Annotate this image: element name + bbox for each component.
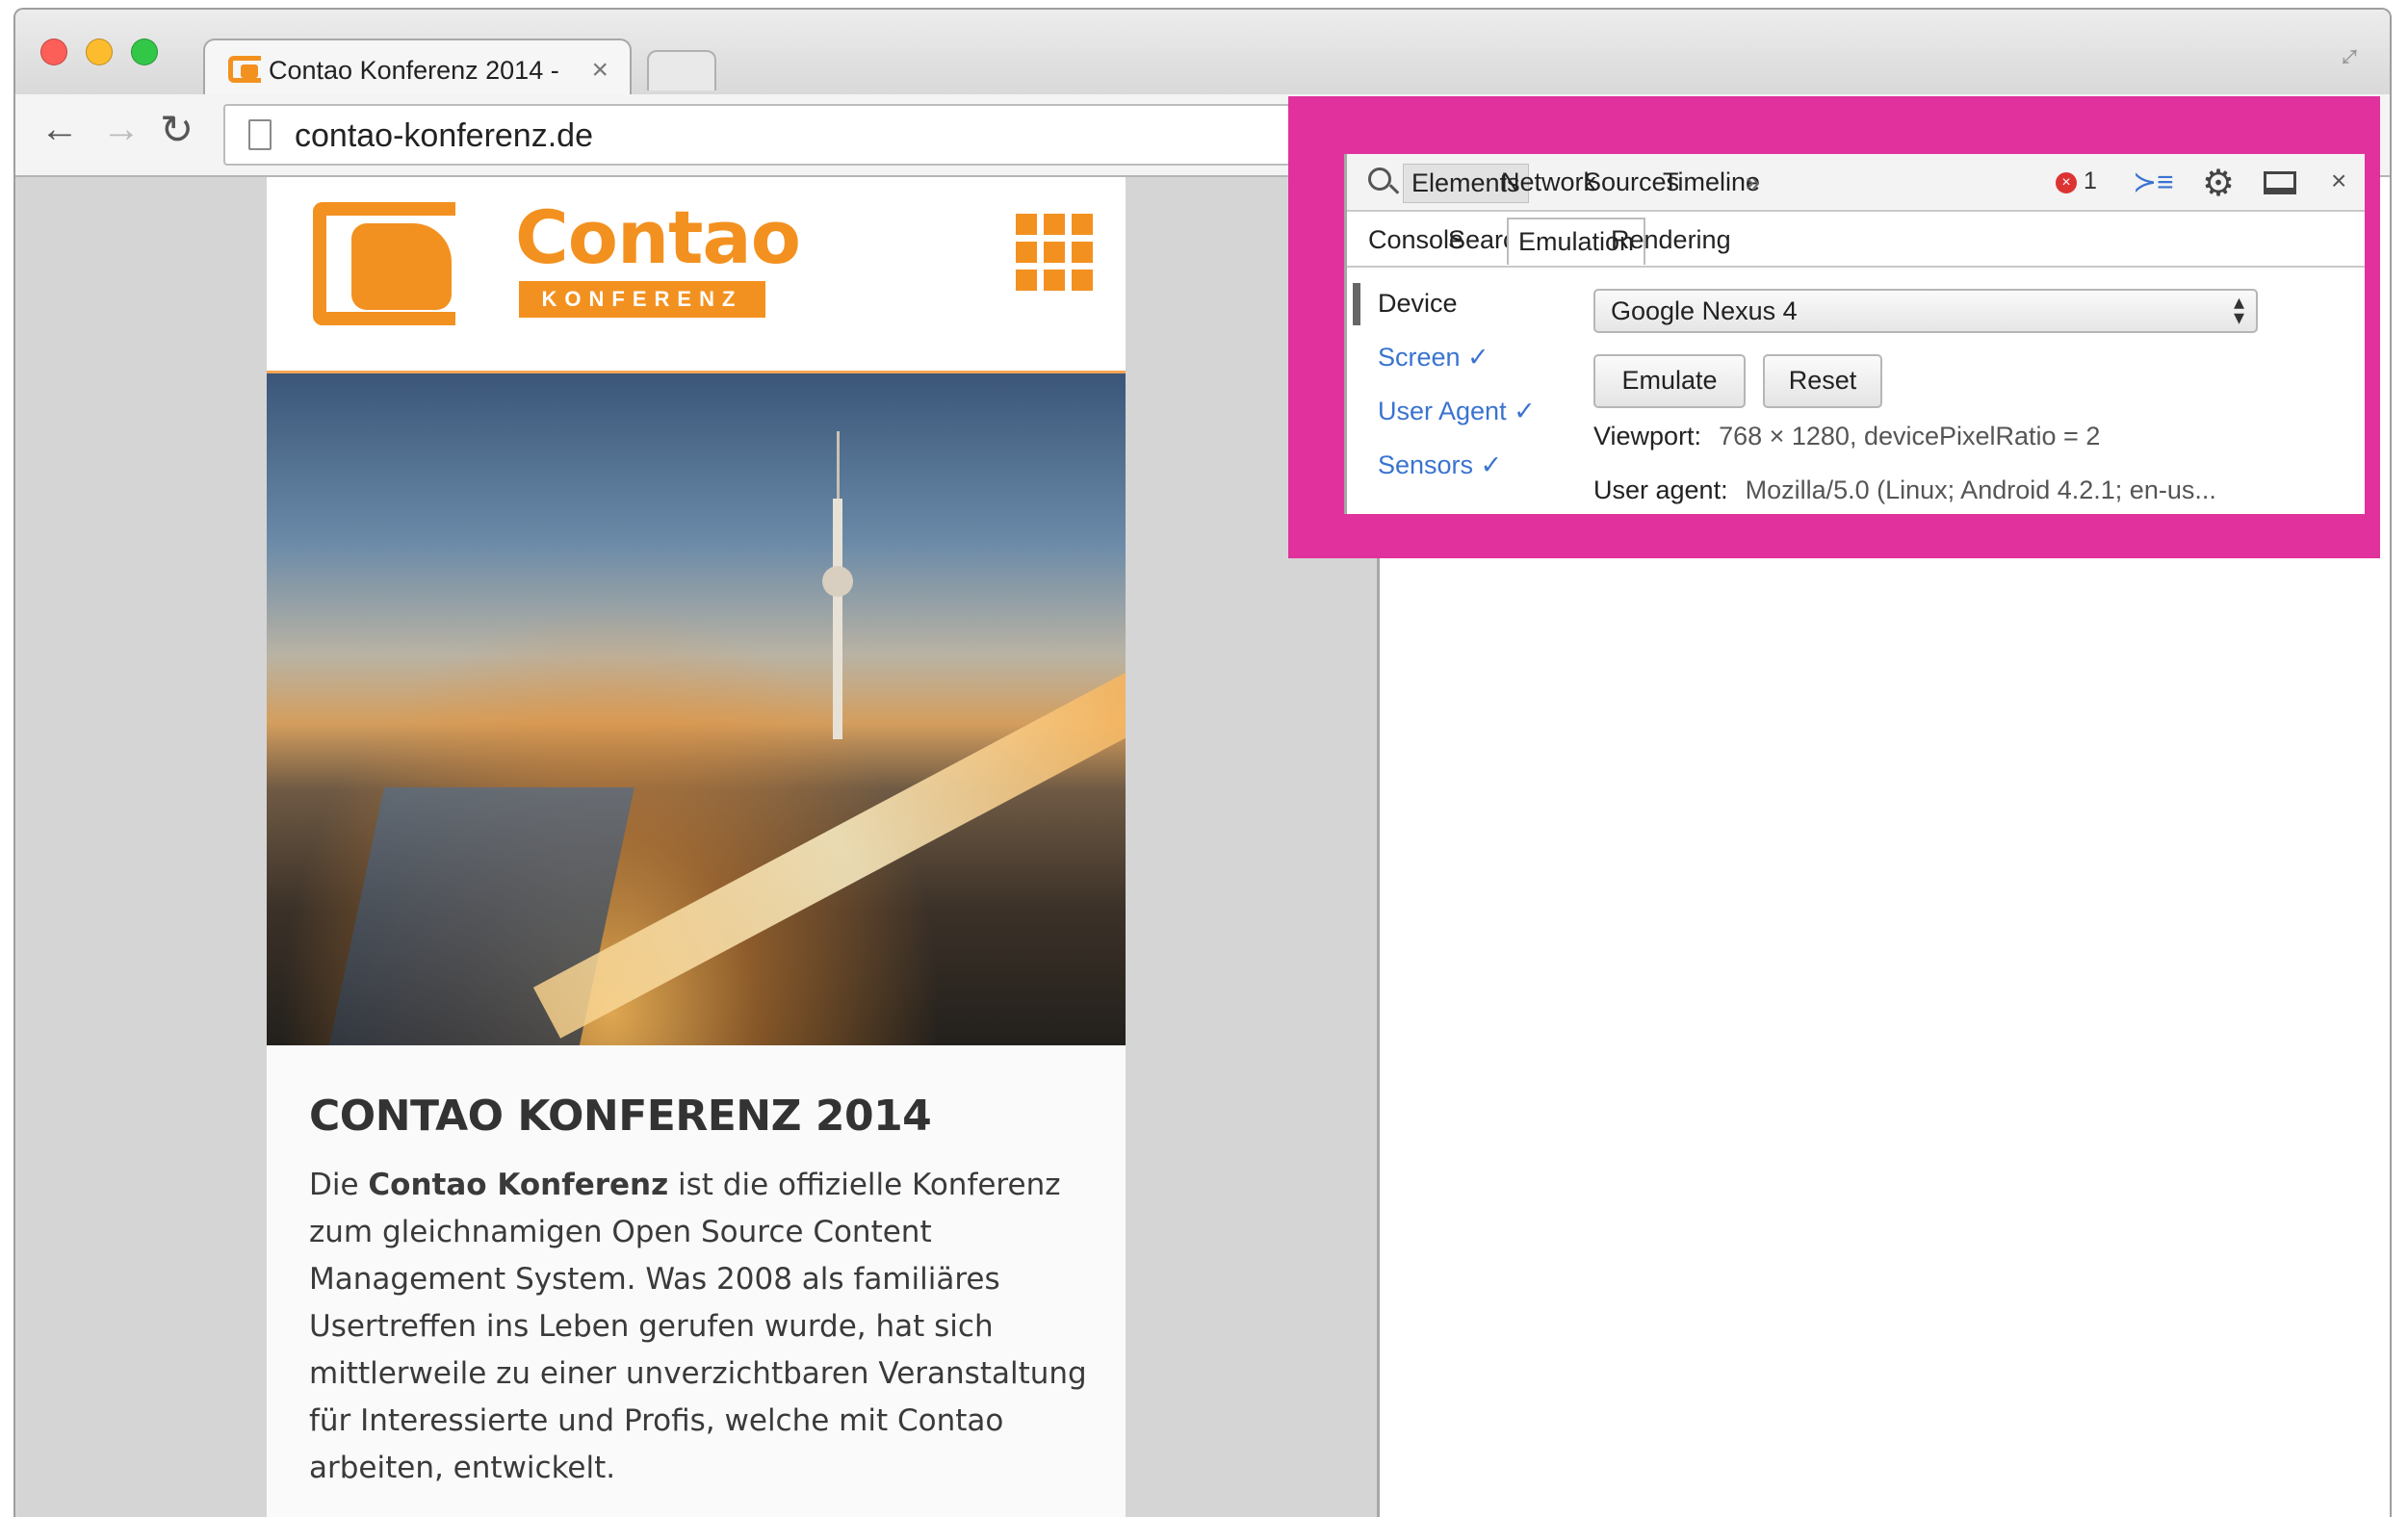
berlin-skyline-photo — [267, 373, 1126, 1045]
error-counter[interactable]: × 1 — [2056, 167, 2097, 195]
fullscreen-icon[interactable]: ↔ — [2321, 29, 2371, 79]
article-bold-name: Contao Konferenz — [368, 1168, 669, 1202]
sidebar-item-screen[interactable]: Screen ✓ — [1378, 343, 1489, 373]
reset-button[interactable]: Reset — [1763, 354, 1882, 408]
user-agent-label: User agent: — [1593, 476, 1728, 504]
sidebar-item-user-agent[interactable]: User Agent ✓ — [1378, 397, 1536, 426]
tab-network[interactable]: Network — [1501, 167, 1596, 197]
contao-favicon-icon — [228, 56, 261, 83]
viewport-value: 768 × 1280, devicePixelRatio = 2 — [1719, 422, 2101, 450]
forward-arrow-icon[interactable]: → — [102, 110, 141, 148]
gear-icon[interactable]: ⚙ — [2202, 162, 2235, 205]
selected-indicator — [1353, 283, 1360, 325]
menu-grid-icon[interactable] — [1016, 214, 1093, 291]
article: CONTAO KONFERENZ 2014 Die Contao Konfere… — [309, 1092, 1087, 1492]
tab-title: Contao Konferenz 2014 - — [269, 56, 559, 85]
contao-logo-icon[interactable] — [313, 202, 455, 325]
select-arrows-icon: ▴ ▾ — [2233, 290, 2244, 329]
logo-wordmark[interactable]: Contao — [515, 194, 801, 280]
tab-close-icon[interactable]: × — [591, 54, 608, 87]
user-agent-row: User agent: Mozilla/5.0 (Linux; Android 4… — [1593, 476, 2216, 505]
zoom-window-button[interactable] — [131, 39, 158, 65]
title-bar: Contao Konferenz 2014 - × ↔ — [15, 10, 2390, 94]
sidebar-item-device[interactable]: Device — [1378, 289, 1458, 319]
close-icon[interactable]: × — [2331, 166, 2346, 196]
devtools-emulation-panel: Elements Network Sources Timeline » × 1 … — [1344, 154, 2365, 514]
site-header: Contao KONFERENZ — [267, 177, 1126, 373]
emulate-button[interactable]: Emulate — [1593, 354, 1746, 408]
minimize-window-button[interactable] — [86, 39, 113, 65]
devtools-drawer-tabs: Console Search Emulation Rendering — [1347, 214, 2365, 268]
emulated-mobile-page: Contao KONFERENZ CONTAO KONFERENZ 2014 D… — [267, 177, 1126, 1517]
device-select[interactable]: Google Nexus 4 ▴ ▾ — [1593, 289, 2258, 333]
more-tabs-chevron-icon[interactable]: » — [1746, 167, 1760, 197]
search-icon[interactable] — [1368, 167, 1391, 191]
device-select-value: Google Nexus 4 — [1611, 296, 1798, 325]
subtab-rendering[interactable]: Rendering — [1611, 225, 1731, 255]
close-window-button[interactable] — [40, 39, 67, 65]
new-tab-button[interactable] — [647, 50, 716, 90]
viewport-label: Viewport: — [1593, 422, 1702, 450]
dock-side-icon[interactable] — [2264, 171, 2296, 194]
page-icon — [248, 119, 272, 150]
reload-icon[interactable]: ↻ — [160, 110, 194, 150]
browser-tab[interactable]: Contao Konferenz 2014 - × — [203, 39, 632, 94]
logo-subtitle: KONFERENZ — [519, 281, 765, 318]
viewport-row: Viewport: 768 × 1280, devicePixelRatio = … — [1593, 422, 2100, 451]
user-agent-value: Mozilla/5.0 (Linux; Android 4.2.1; en-us… — [1745, 476, 2216, 504]
sidebar-item-sensors[interactable]: Sensors ✓ — [1378, 450, 1502, 480]
devtools-tab-bar: Elements Network Sources Timeline » × 1 … — [1347, 154, 2365, 212]
error-icon: × — [2056, 172, 2077, 193]
back-arrow-icon[interactable]: ← — [40, 110, 79, 148]
console-drawer-icon[interactable]: ≻≡ — [2133, 166, 2174, 199]
url-text[interactable]: contao-konferenz.de — [295, 117, 593, 155]
article-intro: Die Contao Konferenz ist die offizielle … — [309, 1168, 1087, 1485]
article-heading: CONTAO KONFERENZ 2014 — [309, 1092, 932, 1141]
